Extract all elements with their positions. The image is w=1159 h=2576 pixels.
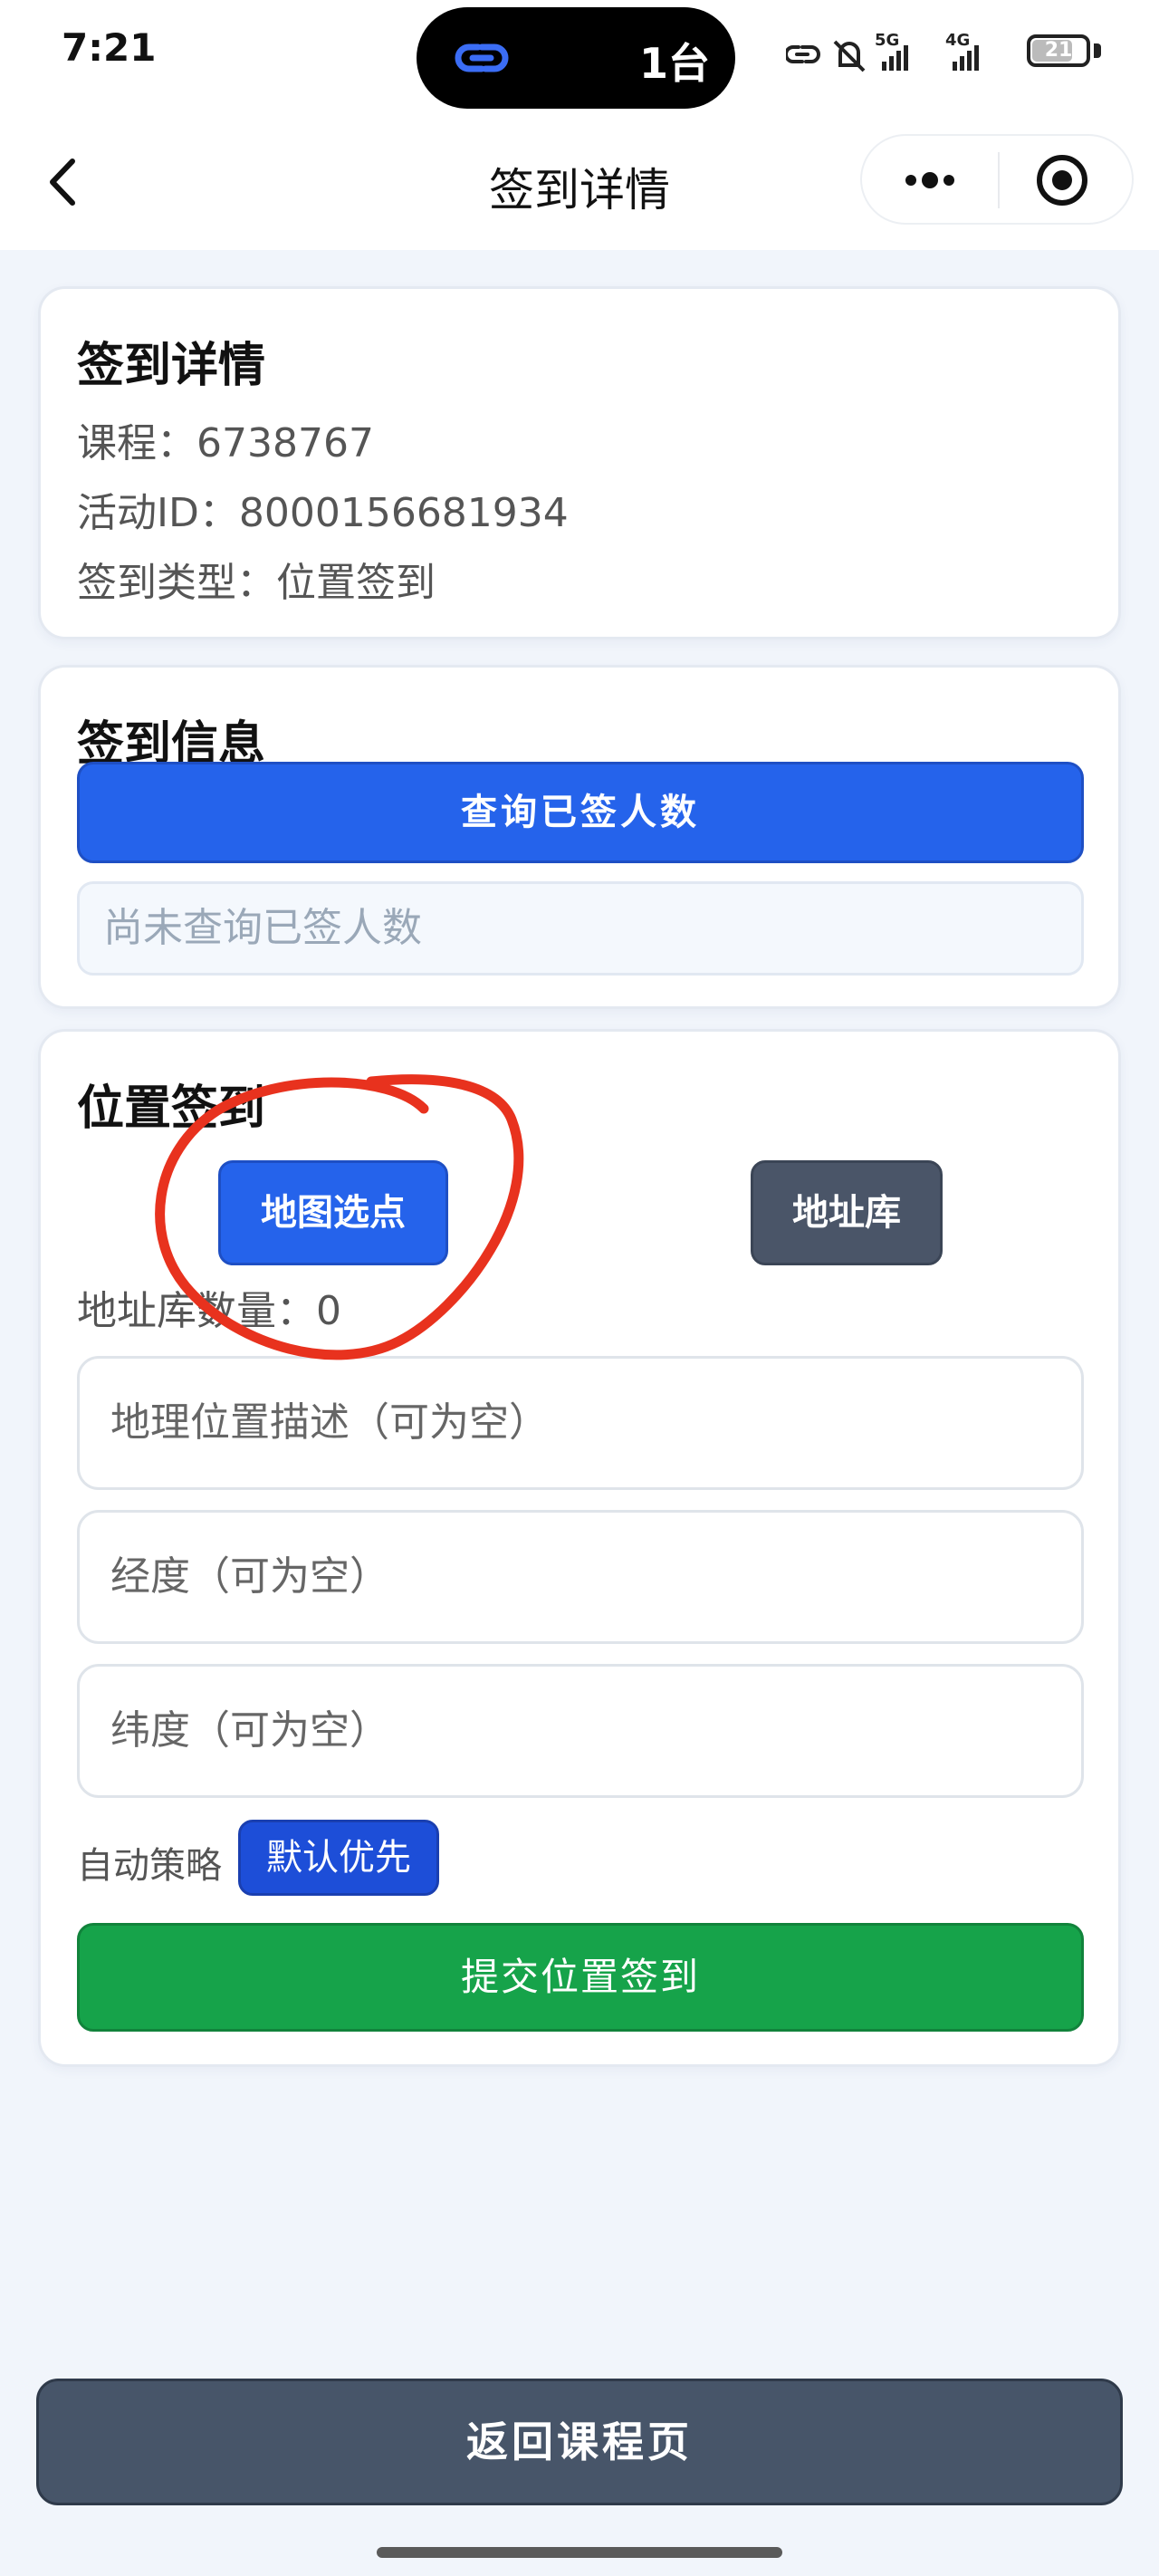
latitude-input[interactable]: 纬度（可为空） xyxy=(77,1664,1084,1798)
location-sign-title: 位置签到 xyxy=(77,1081,266,1136)
dynamic-island: 1台 xyxy=(417,7,735,109)
svg-text:5G: 5G xyxy=(875,31,899,50)
sign-type-info: 签到类型：位置签到 xyxy=(77,560,436,606)
mini-program-capsule xyxy=(860,134,1134,225)
sign-info-card: 签到信息 查询已签人数 尚未查询已签人数 xyxy=(38,665,1121,1009)
island-label: 1台 xyxy=(639,39,711,88)
map-pick-button[interactable]: 地图选点 xyxy=(218,1160,448,1265)
svg-text:4G: 4G xyxy=(945,31,970,50)
back-icon[interactable] xyxy=(40,150,87,214)
link-icon xyxy=(455,43,509,72)
signal-4g-icon: 4G xyxy=(945,31,979,71)
location-sign-card: 位置签到 地图选点 地址库 地址库数量：0 地理位置描述（可为空） 经度（可为空… xyxy=(38,1029,1121,2067)
close-target-icon[interactable] xyxy=(1034,152,1090,208)
return-course-button[interactable]: 返回课程页 xyxy=(36,2379,1123,2505)
link-status-icon xyxy=(786,45,820,63)
auto-strategy-label: 自动策略 xyxy=(77,1845,222,1887)
detail-title: 签到详情 xyxy=(77,339,266,393)
submit-location-sign-button[interactable]: 提交位置签到 xyxy=(77,1923,1084,2032)
longitude-input[interactable]: 经度（可为空） xyxy=(77,1510,1084,1644)
signed-count-status: 尚未查询已签人数 xyxy=(77,881,1084,976)
strategy-select-button[interactable]: 默认优先 xyxy=(238,1820,439,1896)
status-bar: 7:21 1台 5G 4G 21 xyxy=(0,0,1159,118)
location-description-input[interactable]: 地理位置描述（可为空） xyxy=(77,1356,1084,1490)
battery-level: 21 xyxy=(1044,39,1073,62)
battery-icon: 21 xyxy=(1027,34,1090,67)
signal-5g-icon: 5G xyxy=(875,31,908,71)
course-info: 课程：6738767 xyxy=(77,420,374,466)
address-library-count: 地址库数量：0 xyxy=(77,1288,341,1334)
mute-bell-icon xyxy=(833,40,866,72)
detail-card: 签到详情 课程：6738767 活动ID：8000156681934 签到类型：… xyxy=(38,286,1121,639)
address-library-button[interactable]: 地址库 xyxy=(751,1160,943,1265)
page-title: 签到详情 xyxy=(489,164,670,216)
home-indicator[interactable] xyxy=(377,2547,782,2558)
activity-id-info: 活动ID：8000156681934 xyxy=(77,490,569,536)
query-signed-count-button[interactable]: 查询已签人数 xyxy=(77,762,1084,863)
status-time: 7:21 xyxy=(62,25,157,70)
more-icon[interactable] xyxy=(898,159,962,201)
nav-bar: 签到详情 xyxy=(0,118,1159,250)
